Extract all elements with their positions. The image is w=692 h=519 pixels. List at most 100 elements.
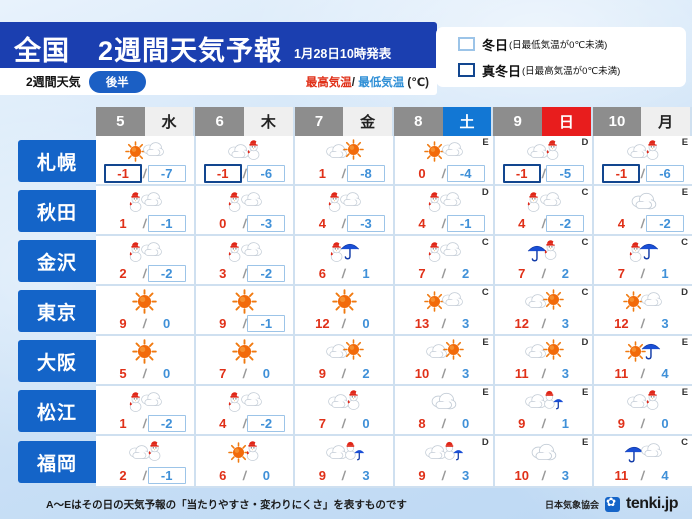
temperature-row: 4/-2 <box>196 415 294 434</box>
forecast-cell[interactable]: C 4/-2 <box>494 186 595 236</box>
forecast-cell[interactable]: C 13/3 <box>395 286 495 336</box>
temperature-row: -1/-5 <box>495 164 593 184</box>
forecast-cell[interactable]: 2/-1 <box>96 436 196 488</box>
tenki-logo-icon <box>604 495 620 512</box>
forecast-cell[interactable]: D 12/3 <box>594 286 692 336</box>
org-name: 日本気象協会 <box>544 499 599 510</box>
forecast-cell[interactable]: -1/-7 <box>96 136 196 186</box>
snow-icon <box>146 440 163 461</box>
weather-icons <box>295 336 393 365</box>
legend-note: (日最低気温が0℃未満) <box>509 40 608 51</box>
weather-icons <box>594 286 692 315</box>
forecast-cell[interactable]: C 7/1 <box>594 236 692 286</box>
temperature-row: 7/0 <box>196 365 294 384</box>
forecast-cell[interactable]: D 4/-1 <box>395 186 495 236</box>
city-cell[interactable]: 松江 <box>0 386 96 436</box>
forecast-cells: -1/-7 -1/-6 1/-8 E 0/-4 D -1/-5 E -1/-6 <box>96 136 692 186</box>
temperature-row: 11/4 <box>594 365 692 384</box>
temp-high-value: 0 <box>219 216 227 231</box>
forecast-cell[interactable]: E 9/1 <box>494 386 595 436</box>
temperature-row: 7/2 <box>495 265 593 284</box>
reliability-grade: D <box>581 137 589 148</box>
rain-umbrella-icon <box>340 239 360 260</box>
forecast-cell[interactable]: D 9/3 <box>395 436 495 488</box>
forecast-cell[interactable]: 9/3 <box>295 436 396 488</box>
forecast-cells: 9/0 9/-1 12/0 C 13/3 C 12/3 D 12/3 <box>96 286 692 336</box>
temp-low-value: -7 <box>147 165 186 182</box>
cloud-icon <box>639 289 663 310</box>
forecast-cell[interactable]: 4/-3 <box>295 186 396 236</box>
reliability-grade: C <box>481 287 489 298</box>
rain-umbrella-icon <box>641 339 661 360</box>
forecast-cell[interactable]: 9/-1 <box>195 286 296 336</box>
reliability-grade: C <box>681 237 689 248</box>
forecast-cell[interactable]: D -1/-5 <box>494 136 595 186</box>
rain-umbrella-icon <box>639 239 659 260</box>
logo-text[interactable]: tenki.jp <box>626 495 679 513</box>
forecast-cell[interactable]: D 11/3 <box>494 336 595 386</box>
weather-icons <box>96 286 194 315</box>
table-row: 札幌 -1/-7 -1/-6 1/-8 E 0/-4 D -1/-5 E -1/-6 <box>0 136 692 186</box>
forecast-cell[interactable]: E 0/-4 <box>395 136 495 186</box>
forecast-cell[interactable]: 7/0 <box>295 386 396 436</box>
forecast-cell[interactable]: 5/0 <box>96 336 196 386</box>
temperature-row: 12/0 <box>295 315 393 334</box>
reliability-grade: C <box>681 437 689 448</box>
temp-low-value: 1 <box>561 416 569 431</box>
cloud-icon <box>239 389 263 410</box>
forecast-cell[interactable]: 6/1 <box>295 236 396 286</box>
forecast-cell[interactable]: C 12/3 <box>494 286 595 336</box>
city-cell[interactable]: 金沢 <box>0 236 96 286</box>
city-name: 松江 <box>18 390 96 432</box>
forecast-cell[interactable]: 1/-2 <box>96 386 196 436</box>
forecast-cell[interactable]: E 11/4 <box>594 336 692 386</box>
weather-icons <box>395 236 493 265</box>
forecast-cell[interactable]: E 9/0 <box>594 386 692 436</box>
city-cell[interactable]: 大阪 <box>0 336 96 386</box>
forecast-cell[interactable]: E -1/-6 <box>594 136 692 186</box>
forecast-cell[interactable]: 12/0 <box>295 286 396 336</box>
forecast-cell[interactable]: E 10/3 <box>395 336 495 386</box>
forecast-cell[interactable]: C 11/4 <box>594 436 692 488</box>
temp-high-value: 4 <box>318 216 326 231</box>
forecast-cell[interactable]: 4/-2 <box>195 386 296 436</box>
temp-high-value: 12 <box>614 316 629 331</box>
temp-legend: 最高気温/ 最低気温 (℃) <box>306 74 429 90</box>
forecast-cell[interactable]: 3/-2 <box>195 236 296 286</box>
forecast-cell[interactable]: C 7/2 <box>494 236 595 286</box>
forecast-cell[interactable]: 9/2 <box>295 336 396 386</box>
cloud-icon <box>538 189 562 210</box>
reliability-grade: D <box>681 287 689 298</box>
reliability-grade: D <box>581 337 589 348</box>
date-column-header: 10 月 <box>592 107 692 136</box>
forecast-cell[interactable]: 2/-2 <box>96 236 196 286</box>
forecast-cell[interactable]: 1/-8 <box>295 136 396 186</box>
legend-item-midwinter-day: 真冬日 (日最高気温が0℃未満) <box>458 61 686 80</box>
forecast-cell[interactable]: -1/-6 <box>195 136 296 186</box>
forecast-cell[interactable]: 7/0 <box>195 336 296 386</box>
sun-icon <box>443 339 464 360</box>
forecast-cell[interactable]: E 4/-2 <box>594 186 692 236</box>
forecast-cell[interactable]: 0/-3 <box>195 186 296 236</box>
period-toggle[interactable]: 後半 <box>88 70 146 93</box>
weather-icons <box>295 286 393 315</box>
legend-swatch-light-icon <box>458 37 475 51</box>
city-cell[interactable]: 東京 <box>0 286 96 336</box>
date-weekday: 金 <box>343 107 392 136</box>
temp-high-value: 11 <box>614 468 629 483</box>
forecast-cell[interactable]: E 8/0 <box>395 386 495 436</box>
forecast-cell[interactable]: 9/0 <box>96 286 196 336</box>
forecast-cell[interactable]: E 10/3 <box>494 436 595 488</box>
forecast-cell[interactable]: 6/0 <box>195 436 296 488</box>
date-column-header: 6木 <box>195 107 295 136</box>
city-cell[interactable]: 秋田 <box>0 186 96 236</box>
city-cell[interactable]: 福岡 <box>0 436 96 488</box>
city-cell[interactable]: 札幌 <box>0 136 96 186</box>
weather-icons <box>295 136 393 165</box>
branding: 日本気象協会 tenki.jp <box>544 495 679 513</box>
forecast-cell[interactable]: C 7/2 <box>395 236 495 286</box>
cloud-icon <box>239 189 263 210</box>
weather-icons <box>594 436 692 467</box>
weather-icons <box>594 136 692 165</box>
forecast-cell[interactable]: 1/-1 <box>96 186 196 236</box>
